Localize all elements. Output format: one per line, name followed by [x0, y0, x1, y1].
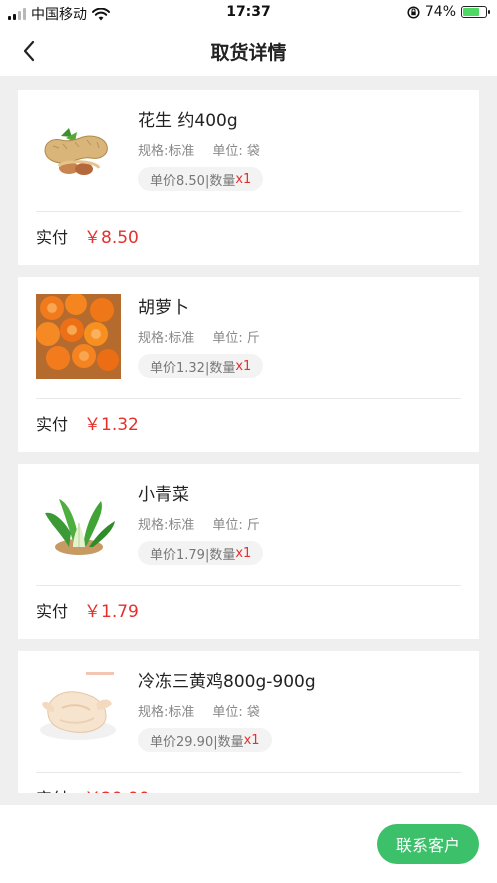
- unit-price-badge: 单价8.50|数量 x1: [138, 167, 264, 191]
- paid-row: 实付 ￥1.79: [36, 597, 139, 622]
- carrot-icon: [36, 294, 121, 379]
- unit-price-text: 单价29.90|数量: [150, 734, 244, 750]
- status-right: 74%: [407, 4, 490, 20]
- unit-price-badge: 单价1.79|数量 x1: [138, 541, 264, 565]
- bottom-action-bar: 联系客户: [0, 805, 497, 883]
- contact-customer-button[interactable]: 联系客户: [377, 824, 479, 864]
- bok-choy-icon: [36, 481, 121, 566]
- quantity-text: x1: [235, 358, 252, 374]
- spec-label: 规格:标准: [138, 331, 195, 346]
- spec-label: 规格:标准: [138, 518, 195, 533]
- paid-amount: ￥8.50: [84, 228, 139, 248]
- product-name: 花生 约400g: [138, 111, 238, 131]
- paid-row: 实付 ￥29.90: [36, 784, 150, 793]
- nav-bar: 取货详情: [0, 26, 497, 76]
- paid-label: 实付: [36, 228, 69, 247]
- divider: [36, 585, 461, 586]
- unit-price-text: 单价8.50|数量: [150, 173, 236, 189]
- orientation-lock-icon: [407, 5, 420, 19]
- paid-label: 实付: [36, 785, 68, 793]
- divider: [36, 398, 461, 399]
- order-item-card: 胡萝卜 规格:标准 单位: 斤 单价1.32|数量 x1 实付 ￥1.32: [18, 277, 479, 452]
- battery-percent: 74%: [424, 4, 456, 20]
- product-name: 小青菜: [138, 485, 189, 505]
- unit-price-text: 单价1.32|数量: [150, 360, 236, 376]
- page-title: 取货详情: [210, 42, 287, 64]
- paid-label: 实付: [36, 602, 69, 621]
- unit-label: 单位: 斤: [212, 331, 260, 346]
- unit-price-badge: 单价1.32|数量 x1: [138, 354, 264, 378]
- quantity-text: x1: [235, 171, 252, 187]
- spec-row: 规格:标准 单位: 袋: [138, 701, 260, 720]
- paid-amount: ￥29.90: [84, 784, 150, 793]
- paid-amount: ￥1.79: [84, 602, 139, 622]
- paid-amount: ￥1.32: [84, 415, 139, 435]
- spec-label: 规格:标准: [138, 705, 195, 720]
- paid-row: 实付 ￥1.32: [36, 410, 139, 435]
- spec-label: 规格:标准: [138, 144, 195, 159]
- quantity-text: x1: [243, 732, 260, 748]
- battery-icon: [461, 6, 490, 18]
- product-name: 冷冻三黄鸡800g-900g: [138, 672, 316, 692]
- unit-label: 单位: 斤: [212, 518, 260, 533]
- order-item-card: 花生 约400g 规格:标准 单位: 袋 单价8.50|数量 x1 实付 ￥8.5…: [18, 90, 479, 265]
- spec-row: 规格:标准 单位: 袋: [138, 140, 260, 159]
- chicken-icon: [36, 668, 121, 753]
- product-name: 胡萝卜: [138, 298, 189, 318]
- paid-row: 实付 ￥8.50: [36, 223, 139, 248]
- divider: [36, 772, 461, 773]
- paid-label: 实付: [36, 415, 69, 434]
- divider: [36, 211, 461, 212]
- unit-label: 单位: 袋: [212, 705, 260, 720]
- quantity-text: x1: [235, 545, 252, 561]
- unit-price-badge: 单价29.90|数量 x1: [138, 728, 272, 752]
- unit-price-text: 单价1.79|数量: [150, 547, 236, 563]
- spec-row: 规格:标准 单位: 斤: [138, 514, 260, 533]
- order-item-card: 冷冻三黄鸡800g-900g 规格:标准 单位: 袋 单价29.90|数量 x1 …: [18, 651, 479, 793]
- battery-fill: [463, 8, 479, 16]
- peanut-icon: [36, 107, 121, 192]
- order-item-card: 小青菜 规格:标准 单位: 斤 单价1.79|数量 x1 实付 ￥1.79: [18, 464, 479, 639]
- unit-label: 单位: 袋: [212, 144, 260, 159]
- spec-row: 规格:标准 单位: 斤: [138, 327, 260, 346]
- order-item-list[interactable]: 花生 约400g 规格:标准 单位: 袋 单价8.50|数量 x1 实付 ￥8.5…: [0, 76, 497, 793]
- status-bar: 中国移动 17:37 74%: [0, 0, 497, 26]
